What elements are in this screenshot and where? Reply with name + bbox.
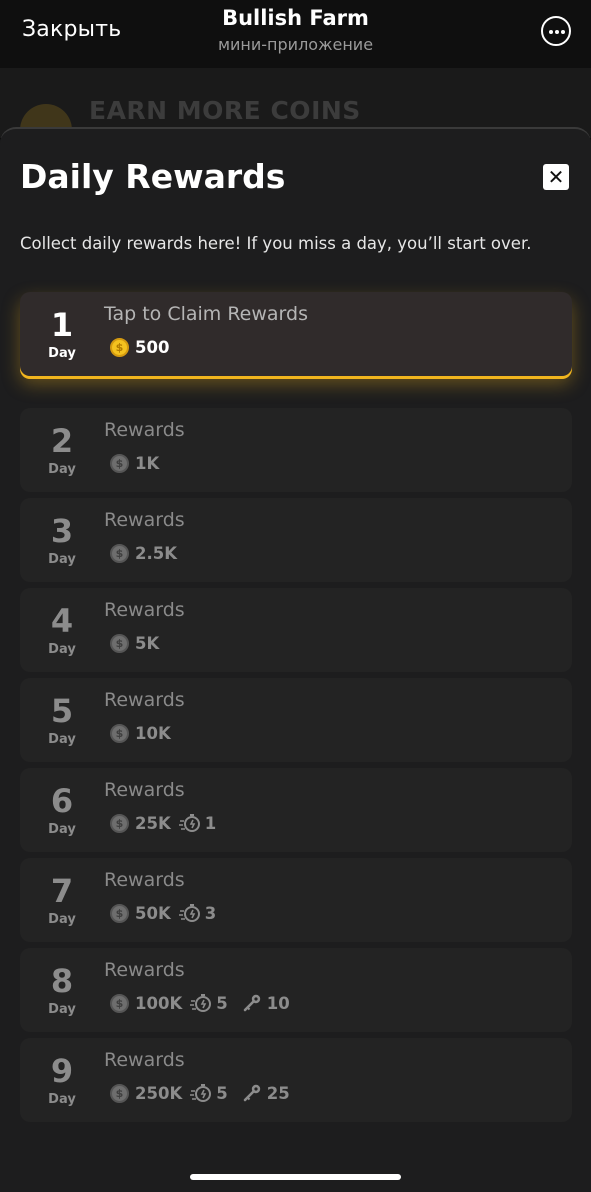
reward-title: Rewards bbox=[104, 599, 185, 621]
boost-amount: 5 bbox=[216, 1083, 228, 1103]
earn-more-coins-banner: EARN MORE COINS bbox=[89, 96, 361, 125]
coin-amount: 250K bbox=[135, 1083, 183, 1103]
day-label: Day bbox=[48, 822, 76, 837]
coin-amount: 1K bbox=[135, 453, 160, 473]
coin-amount: 500 bbox=[135, 337, 170, 357]
day-number: 3 bbox=[50, 512, 74, 550]
reward-items: 25K 1 bbox=[110, 812, 216, 834]
coin-icon bbox=[110, 813, 129, 833]
day-label: Day bbox=[48, 642, 76, 657]
close-icon[interactable]: ✕ bbox=[543, 164, 569, 190]
boost-amount: 1 bbox=[204, 813, 217, 833]
reward-items: 10K bbox=[110, 722, 171, 744]
key-amount: 25 bbox=[266, 1083, 290, 1103]
coin-amount: 25K bbox=[135, 813, 171, 833]
day-card-9: 9 Day Rewards 250K 5 25 bbox=[20, 1038, 572, 1122]
sheet-title: Daily Rewards bbox=[20, 157, 286, 196]
reward-items: 500 bbox=[110, 336, 169, 358]
reward-items: 250K 5 25 bbox=[110, 1082, 290, 1104]
coin-amount: 50K bbox=[135, 903, 171, 923]
app-title: Bullish Farm bbox=[222, 6, 369, 30]
day-number: 6 bbox=[50, 782, 74, 820]
reward-items: 100K 5 10 bbox=[110, 992, 290, 1014]
coin-icon bbox=[110, 723, 129, 743]
day-label: Day bbox=[48, 1002, 76, 1017]
speed-boost-icon bbox=[190, 993, 212, 1013]
home-indicator bbox=[190, 1174, 401, 1180]
day-label: Day bbox=[48, 552, 76, 567]
reward-title: Rewards bbox=[104, 419, 185, 441]
key-icon bbox=[242, 993, 262, 1013]
key-icon bbox=[242, 1083, 262, 1103]
day-card-1[interactable]: 1 Day Tap to Claim Rewards 500 bbox=[20, 292, 572, 376]
boost-amount: 3 bbox=[204, 903, 217, 923]
day-card-3: 3 Day Rewards 2.5K bbox=[20, 498, 572, 582]
coin-amount: 10K bbox=[135, 723, 171, 743]
boost-amount: 5 bbox=[216, 993, 228, 1013]
reward-items: 5K bbox=[110, 632, 159, 654]
coin-amount: 100K bbox=[135, 993, 183, 1013]
app-subtitle: мини-приложение bbox=[217, 35, 374, 54]
day-number: 4 bbox=[50, 602, 74, 640]
day-card-6: 6 Day Rewards 25K 1 bbox=[20, 768, 572, 852]
daily-rewards-sheet: Daily Rewards ✕ Collect daily rewards he… bbox=[0, 127, 591, 1192]
reward-title: Rewards bbox=[104, 1049, 185, 1071]
telegram-header: Закрыть Bullish Farm мини-приложение bbox=[0, 0, 591, 68]
day-label: Day bbox=[48, 732, 76, 747]
speed-boost-icon bbox=[178, 813, 201, 833]
day-card-8: 8 Day Rewards 100K 5 10 bbox=[20, 948, 572, 1032]
reward-title: Rewards bbox=[104, 689, 185, 711]
coin-icon bbox=[110, 633, 129, 653]
day-label: Day bbox=[48, 346, 76, 361]
speed-boost-icon bbox=[178, 903, 201, 923]
day-label: Day bbox=[48, 462, 76, 477]
reward-items: 2.5K bbox=[110, 542, 177, 564]
reward-title: Rewards bbox=[104, 779, 185, 801]
day-label: Day bbox=[48, 1092, 76, 1107]
day-label: Day bbox=[48, 912, 76, 927]
day-number: 8 bbox=[50, 962, 74, 1000]
coin-amount: 5K bbox=[135, 633, 160, 653]
reward-items: 50K 3 bbox=[110, 902, 216, 924]
reward-title: Tap to Claim Rewards bbox=[104, 303, 308, 325]
key-amount: 10 bbox=[266, 993, 290, 1013]
day-number: 1 bbox=[50, 306, 74, 344]
day-card-4: 4 Day Rewards 5K bbox=[20, 588, 572, 672]
day-card-7: 7 Day Rewards 50K 3 bbox=[20, 858, 572, 942]
sheet-description: Collect daily rewards here! If you miss … bbox=[20, 234, 532, 253]
reward-title: Rewards bbox=[104, 509, 185, 531]
day-number: 7 bbox=[50, 872, 74, 910]
coin-icon bbox=[110, 543, 129, 563]
more-options-icon[interactable] bbox=[541, 16, 571, 46]
coin-icon bbox=[110, 1083, 129, 1103]
day-number: 9 bbox=[50, 1052, 74, 1090]
speed-boost-icon bbox=[190, 1083, 212, 1103]
reward-title: Rewards bbox=[104, 959, 185, 981]
coin-amount: 2.5K bbox=[135, 543, 178, 563]
day-number: 5 bbox=[50, 692, 74, 730]
day-number: 2 bbox=[50, 422, 74, 460]
reward-title: Rewards bbox=[104, 869, 185, 891]
day-card-2: 2 Day Rewards 1K bbox=[20, 408, 572, 492]
reward-items: 1K bbox=[110, 452, 159, 474]
coin-icon bbox=[110, 337, 129, 357]
coin-icon bbox=[110, 903, 129, 923]
coin-icon bbox=[110, 993, 129, 1013]
coin-icon bbox=[110, 453, 129, 473]
day-card-5: 5 Day Rewards 10K bbox=[20, 678, 572, 762]
